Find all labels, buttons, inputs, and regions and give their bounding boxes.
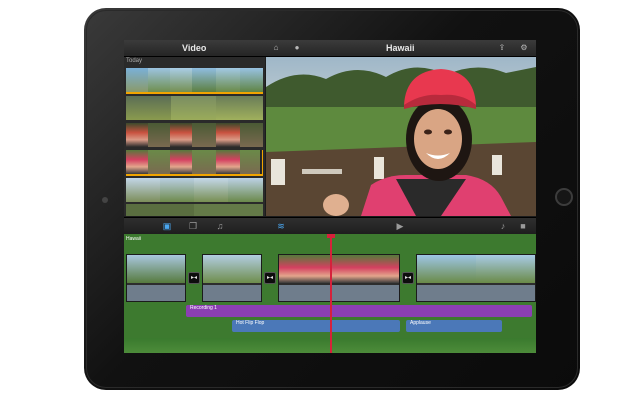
- project-label: Hawaii: [126, 236, 142, 242]
- scroll-handle[interactable]: [262, 150, 263, 174]
- clip-strip[interactable]: [126, 204, 263, 216]
- microphone-icon[interactable]: ♪: [496, 218, 510, 234]
- clip-strip[interactable]: [126, 68, 263, 92]
- preview-frame: [266, 57, 536, 216]
- panel-title: Video: [182, 43, 207, 53]
- gear-icon[interactable]: ⚙: [518, 40, 530, 56]
- share-icon[interactable]: ⇪: [496, 40, 508, 56]
- voiceover-label: Recording 1: [190, 305, 217, 311]
- info-icon[interactable]: ●: [291, 40, 303, 56]
- audio-waveform: [203, 285, 261, 301]
- film-strip-icon[interactable]: ▣: [160, 218, 174, 234]
- selection-bar: [126, 174, 263, 176]
- front-camera: [102, 197, 108, 203]
- playhead[interactable]: [330, 234, 332, 353]
- audio-waveform: [417, 285, 535, 301]
- transition-icon[interactable]: ▸◂: [188, 272, 200, 284]
- audio-waveform: [279, 285, 399, 301]
- home-icon[interactable]: ⌂: [270, 40, 282, 56]
- music-track[interactable]: Hot Flip Flop: [232, 320, 400, 332]
- timeline-clip[interactable]: [416, 254, 536, 302]
- sound-effect-track[interactable]: Applause: [406, 320, 502, 332]
- transition-icon[interactable]: ▸◂: [402, 272, 414, 284]
- audio-waveform: [127, 285, 185, 301]
- top-bar: Video ⌂ ● Hawaii ⇪ ⚙: [124, 40, 536, 57]
- project-title: Hawaii: [386, 43, 415, 53]
- imovie-screen: Video ⌂ ● Hawaii ⇪ ⚙ Today ▣ ❐ ♫ ≋ ▶ ♪ ■…: [124, 40, 536, 353]
- video-camera-icon[interactable]: ■: [516, 218, 530, 234]
- clip-strip[interactable]: [126, 150, 263, 174]
- timeline-clip[interactable]: [202, 254, 262, 302]
- section-header: Today: [126, 58, 143, 64]
- video-preview[interactable]: [266, 57, 536, 216]
- media-toolbar: ▣ ❐ ♫ ≋ ▶ ♪ ■: [124, 217, 536, 235]
- clip-strip[interactable]: [126, 178, 263, 202]
- voiceover-track[interactable]: Recording 1: [186, 305, 532, 317]
- music-note-icon[interactable]: ♫: [213, 218, 227, 234]
- timeline-clip[interactable]: [126, 254, 186, 302]
- clip-strip[interactable]: [126, 96, 263, 120]
- music-label: Hot Flip Flop: [236, 320, 265, 326]
- play-icon[interactable]: ▶: [393, 218, 407, 234]
- media-browser: Today: [124, 57, 265, 216]
- timeline-clip[interactable]: [278, 254, 400, 302]
- clip-strip[interactable]: [126, 123, 263, 147]
- photos-icon[interactable]: ❐: [186, 218, 200, 234]
- selection-bar: [126, 92, 263, 94]
- sound-effect-label: Applause: [410, 320, 431, 326]
- waveform-icon[interactable]: ≋: [274, 218, 288, 234]
- home-button[interactable]: [555, 188, 573, 206]
- transition-icon[interactable]: ▸◂: [264, 272, 276, 284]
